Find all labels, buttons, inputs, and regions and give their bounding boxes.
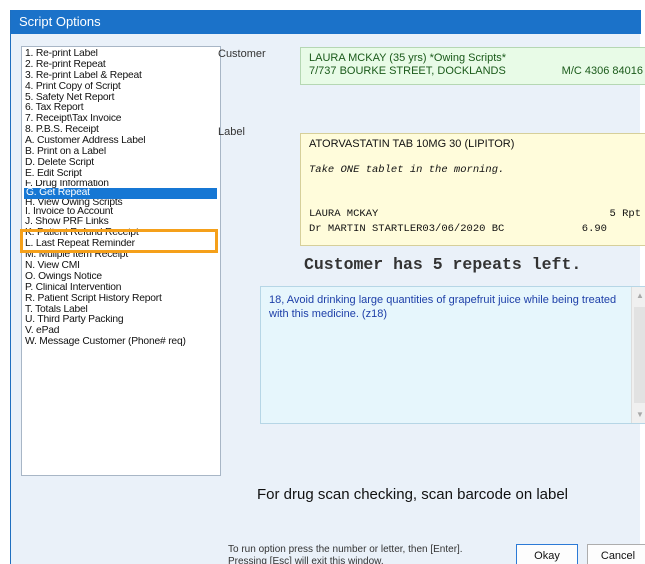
scan-message: For drug scan checking, scan barcode on … xyxy=(257,486,569,503)
label-preview-box: ATORVASTATIN TAB 10MG 30 (LIPITOR) Take … xyxy=(300,133,645,246)
label-repeats-tag: 5 Rpt xyxy=(609,208,641,220)
script-options-window: Script Options 1. Re-print Label 2. Re-p… xyxy=(10,10,645,564)
warning-scrollbar[interactable]: ▲ ▼ xyxy=(631,287,645,423)
option-item[interactable]: 3. Re-print Label & Repeat xyxy=(25,71,220,82)
chevron-down-icon[interactable]: ▼ xyxy=(636,410,644,419)
scrollbar-track[interactable] xyxy=(634,307,645,403)
customer-address: 7/737 BOURKE STREET, DOCKLANDS xyxy=(309,65,506,77)
keyboard-hint: To run option press the number or letter… xyxy=(228,544,463,564)
option-item[interactable]: 4. Print Copy of Script xyxy=(25,82,220,93)
option-item[interactable]: M. Muliple Item Receipt xyxy=(25,250,220,261)
option-item[interactable]: T. Totals Label xyxy=(25,305,220,316)
option-item[interactable]: 5. Safety Net Report xyxy=(25,93,220,104)
customer-address-line: 7/737 BOURKE STREET, DOCKLANDS M/C 4306 … xyxy=(309,65,643,78)
medicare-number: M/C 4306 84016 xyxy=(561,65,643,77)
label-patient-row: LAURA MCKAY 5 Rpt xyxy=(309,208,641,220)
option-item[interactable]: K. Patient Refund Receipt xyxy=(25,228,220,239)
option-item[interactable]: H. View Owing Scripts xyxy=(25,199,220,207)
window-title: Script Options xyxy=(11,10,641,34)
drug-name: ATORVASTATIN TAB 10MG 30 (LIPITOR) xyxy=(309,138,515,150)
option-item[interactable]: V. ePad xyxy=(25,326,220,337)
option-item[interactable]: I. Invoice to Account xyxy=(25,207,220,218)
option-item[interactable]: D. Delete Script xyxy=(25,158,220,169)
repeats-left-message: Customer has 5 repeats left. xyxy=(304,255,582,274)
option-item[interactable]: B. Print on a Label xyxy=(25,147,220,158)
option-item[interactable]: A. Customer Address Label xyxy=(25,136,220,147)
label-doctor-date: Dr MARTIN STARTLER03/06/2020 BC xyxy=(309,223,505,235)
option-item[interactable]: R. Patient Script History Report xyxy=(25,294,220,305)
option-item[interactable]: 7. Receipt\Tax Invoice xyxy=(25,114,220,125)
option-item[interactable]: L. Last Repeat Reminder xyxy=(25,239,220,250)
option-item[interactable]: W. Message Customer (Phone# req) xyxy=(25,337,220,348)
option-item[interactable]: J. Show PRF Links xyxy=(25,217,220,228)
hint-line-1: To run option press the number or letter… xyxy=(228,544,463,555)
options-list[interactable]: 1. Re-print Label 2. Re-print Repeat 3. … xyxy=(21,46,221,476)
option-item-selected[interactable]: G. Get Repeat xyxy=(24,187,217,199)
option-item[interactable]: U. Third Party Packing xyxy=(25,315,220,326)
warning-box: 18, Avoid drinking large quantities of g… xyxy=(260,286,645,424)
option-item[interactable]: 8. P.B.S. Receipt xyxy=(25,125,220,136)
customer-info-box: LAURA MCKAY (35 yrs) *Owing Scripts* 7/7… xyxy=(300,47,645,85)
customer-name-line: LAURA MCKAY (35 yrs) *Owing Scripts* xyxy=(309,52,507,64)
label-price: 6.90 xyxy=(581,223,607,235)
option-item[interactable]: N. View CMI xyxy=(25,261,220,272)
option-item[interactable]: 1. Re-print Label xyxy=(25,49,220,60)
option-item[interactable]: P. Clinical Intervention xyxy=(25,283,220,294)
dosage-instructions: Take ONE tablet in the morning. xyxy=(309,164,505,176)
option-item[interactable]: O. Owings Notice xyxy=(25,272,220,283)
option-item[interactable]: 2. Re-print Repeat xyxy=(25,60,220,71)
customer-label: Customer xyxy=(218,48,266,60)
okay-button[interactable]: Okay xyxy=(516,544,578,564)
label-section-label: Label xyxy=(218,126,245,138)
option-item[interactable]: 6. Tax Report xyxy=(25,103,220,114)
label-doctor-row: Dr MARTIN STARTLER03/06/2020 BC 6.90 xyxy=(309,223,641,235)
option-item[interactable]: E. Edit Script xyxy=(25,169,220,180)
chevron-up-icon[interactable]: ▲ xyxy=(636,291,644,300)
cancel-button[interactable]: Cancel xyxy=(587,544,645,564)
label-patient-name: LAURA MCKAY xyxy=(309,208,379,220)
option-item[interactable]: F. Drug Information xyxy=(25,180,220,188)
hint-line-2: Pressing [Esc] will exit this window. xyxy=(228,556,384,564)
warning-text: 18, Avoid drinking large quantities of g… xyxy=(269,294,617,320)
